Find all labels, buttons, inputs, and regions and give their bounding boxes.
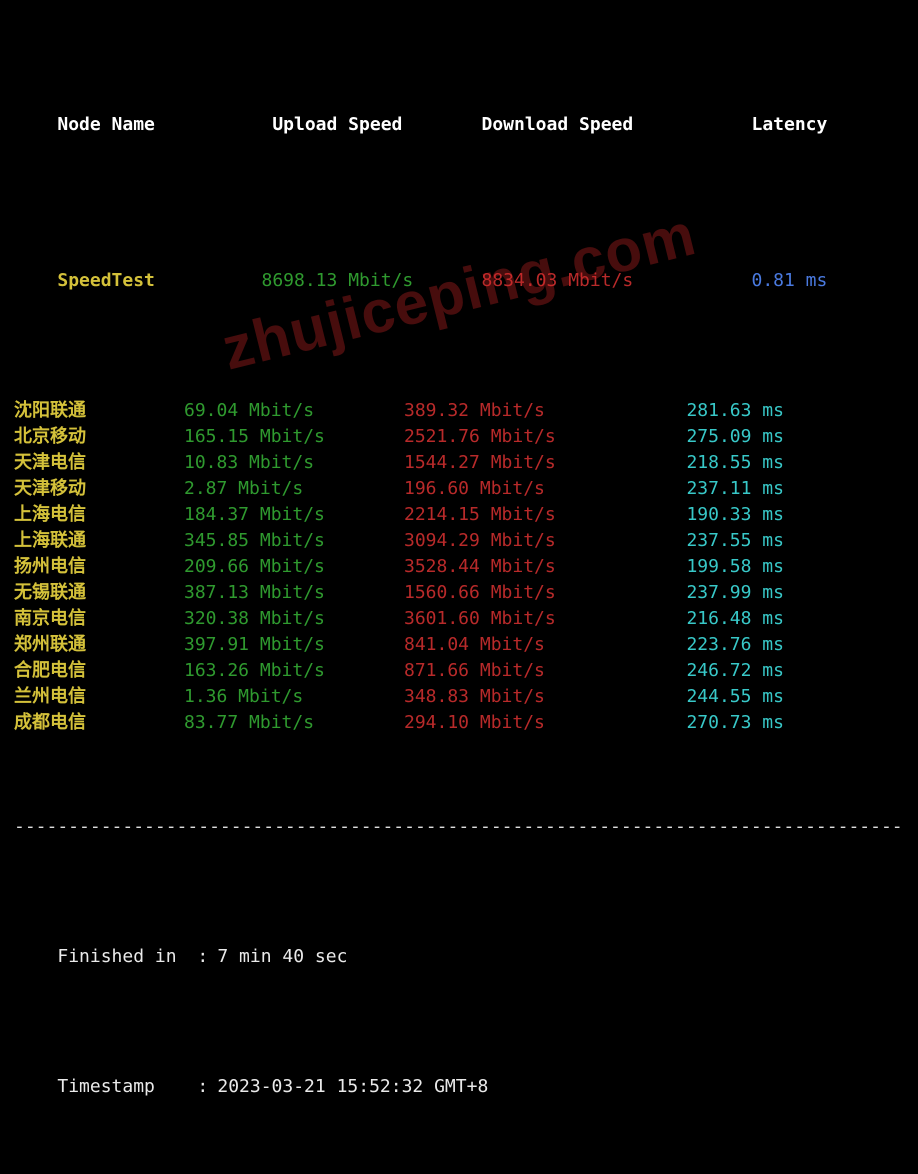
speedtest-latency: 0.81 ms (667, 268, 827, 294)
upload-speed: 387.13 Mbit/s (184, 580, 404, 606)
latency-value: 270.73 ms (624, 710, 784, 736)
table-row: 天津电信10.83 Mbit/s1544.27 Mbit/s218.55 ms (14, 450, 904, 476)
terminal-output: Node NameUpload SpeedDownload SpeedLaten… (0, 0, 918, 1174)
latency-value: 237.99 ms (624, 580, 784, 606)
table-row: 无锡联通387.13 Mbit/s1560.66 Mbit/s237.99 ms (14, 580, 904, 606)
download-speed: 294.10 Mbit/s (404, 710, 624, 736)
table-row: 上海联通345.85 Mbit/s3094.29 Mbit/s237.55 ms (14, 528, 904, 554)
latency-value: 275.09 ms (624, 424, 784, 450)
upload-speed: 1.36 Mbit/s (184, 684, 404, 710)
table-row: 郑州联通397.91 Mbit/s841.04 Mbit/s223.76 ms (14, 632, 904, 658)
speedtest-node: SpeedTest (57, 268, 227, 294)
latency-value: 216.48 ms (624, 606, 784, 632)
upload-speed: 10.83 Mbit/s (184, 450, 404, 476)
upload-speed: 209.66 Mbit/s (184, 554, 404, 580)
upload-speed: 163.26 Mbit/s (184, 658, 404, 684)
download-speed: 3528.44 Mbit/s (404, 554, 624, 580)
latency-value: 281.63 ms (624, 398, 784, 424)
latency-value: 223.76 ms (624, 632, 784, 658)
table-header: Node NameUpload SpeedDownload SpeedLaten… (14, 86, 904, 164)
node-name: 南京电信 (14, 606, 184, 632)
node-name: 沈阳联通 (14, 398, 184, 424)
node-name: 扬州电信 (14, 554, 184, 580)
table-row: 扬州电信209.66 Mbit/s3528.44 Mbit/s199.58 ms (14, 554, 904, 580)
timestamp-value: 2023-03-21 15:52:32 GMT+8 (217, 1076, 488, 1097)
download-speed: 871.66 Mbit/s (404, 658, 624, 684)
node-name: 兰州电信 (14, 684, 184, 710)
upload-speed: 184.37 Mbit/s (184, 502, 404, 528)
download-speed: 3601.60 Mbit/s (404, 606, 624, 632)
header-node: Node Name (57, 112, 227, 138)
header-download: Download Speed (447, 112, 667, 138)
download-speed: 841.04 Mbit/s (404, 632, 624, 658)
upload-speed: 320.38 Mbit/s (184, 606, 404, 632)
upload-speed: 2.87 Mbit/s (184, 476, 404, 502)
download-speed: 348.83 Mbit/s (404, 684, 624, 710)
speedtest-upload: 8698.13 Mbit/s (227, 268, 447, 294)
download-speed: 2214.15 Mbit/s (404, 502, 624, 528)
upload-speed: 69.04 Mbit/s (184, 398, 404, 424)
latency-value: 190.33 ms (624, 502, 784, 528)
header-upload: Upload Speed (227, 112, 447, 138)
download-speed: 3094.29 Mbit/s (404, 528, 624, 554)
latency-value: 237.11 ms (624, 476, 784, 502)
latency-value: 246.72 ms (624, 658, 784, 684)
table-row: 合肥电信163.26 Mbit/s871.66 Mbit/s246.72 ms (14, 658, 904, 684)
node-name: 上海电信 (14, 502, 184, 528)
node-name: 上海联通 (14, 528, 184, 554)
footer-finished: Finished in:7 min 40 sec (14, 918, 904, 996)
timestamp-label: Timestamp (57, 1074, 197, 1100)
upload-speed: 397.91 Mbit/s (184, 632, 404, 658)
upload-speed: 165.15 Mbit/s (184, 424, 404, 450)
table-row: 天津移动2.87 Mbit/s196.60 Mbit/s237.11 ms (14, 476, 904, 502)
download-speed: 389.32 Mbit/s (404, 398, 624, 424)
download-speed: 1544.27 Mbit/s (404, 450, 624, 476)
node-name: 郑州联通 (14, 632, 184, 658)
finished-label: Finished in (57, 944, 197, 970)
divider: ----------------------------------------… (14, 814, 904, 840)
download-speed: 1560.66 Mbit/s (404, 580, 624, 606)
latency-value: 199.58 ms (624, 554, 784, 580)
colon: : (197, 1074, 217, 1100)
node-name: 无锡联通 (14, 580, 184, 606)
latency-value: 218.55 ms (624, 450, 784, 476)
node-name: 成都电信 (14, 710, 184, 736)
node-name: 合肥电信 (14, 658, 184, 684)
node-name: 北京移动 (14, 424, 184, 450)
footer-timestamp: Timestamp:2023-03-21 15:52:32 GMT+8 (14, 1048, 904, 1126)
result-rows: 沈阳联通69.04 Mbit/s389.32 Mbit/s281.63 ms北京… (14, 398, 904, 736)
speedtest-row: SpeedTest8698.13 Mbit/s8834.03 Mbit/s0.8… (14, 242, 904, 320)
node-name: 天津电信 (14, 450, 184, 476)
download-speed: 196.60 Mbit/s (404, 476, 624, 502)
finished-value: 7 min 40 sec (217, 946, 347, 967)
colon: : (197, 944, 217, 970)
table-row: 上海电信184.37 Mbit/s2214.15 Mbit/s190.33 ms (14, 502, 904, 528)
latency-value: 237.55 ms (624, 528, 784, 554)
upload-speed: 83.77 Mbit/s (184, 710, 404, 736)
header-latency: Latency (667, 112, 827, 138)
table-row: 北京移动165.15 Mbit/s2521.76 Mbit/s275.09 ms (14, 424, 904, 450)
latency-value: 244.55 ms (624, 684, 784, 710)
table-row: 南京电信320.38 Mbit/s3601.60 Mbit/s216.48 ms (14, 606, 904, 632)
download-speed: 2521.76 Mbit/s (404, 424, 624, 450)
table-row: 沈阳联通69.04 Mbit/s389.32 Mbit/s281.63 ms (14, 398, 904, 424)
table-row: 兰州电信1.36 Mbit/s348.83 Mbit/s244.55 ms (14, 684, 904, 710)
speedtest-download: 8834.03 Mbit/s (447, 268, 667, 294)
table-row: 成都电信83.77 Mbit/s294.10 Mbit/s270.73 ms (14, 710, 904, 736)
node-name: 天津移动 (14, 476, 184, 502)
upload-speed: 345.85 Mbit/s (184, 528, 404, 554)
